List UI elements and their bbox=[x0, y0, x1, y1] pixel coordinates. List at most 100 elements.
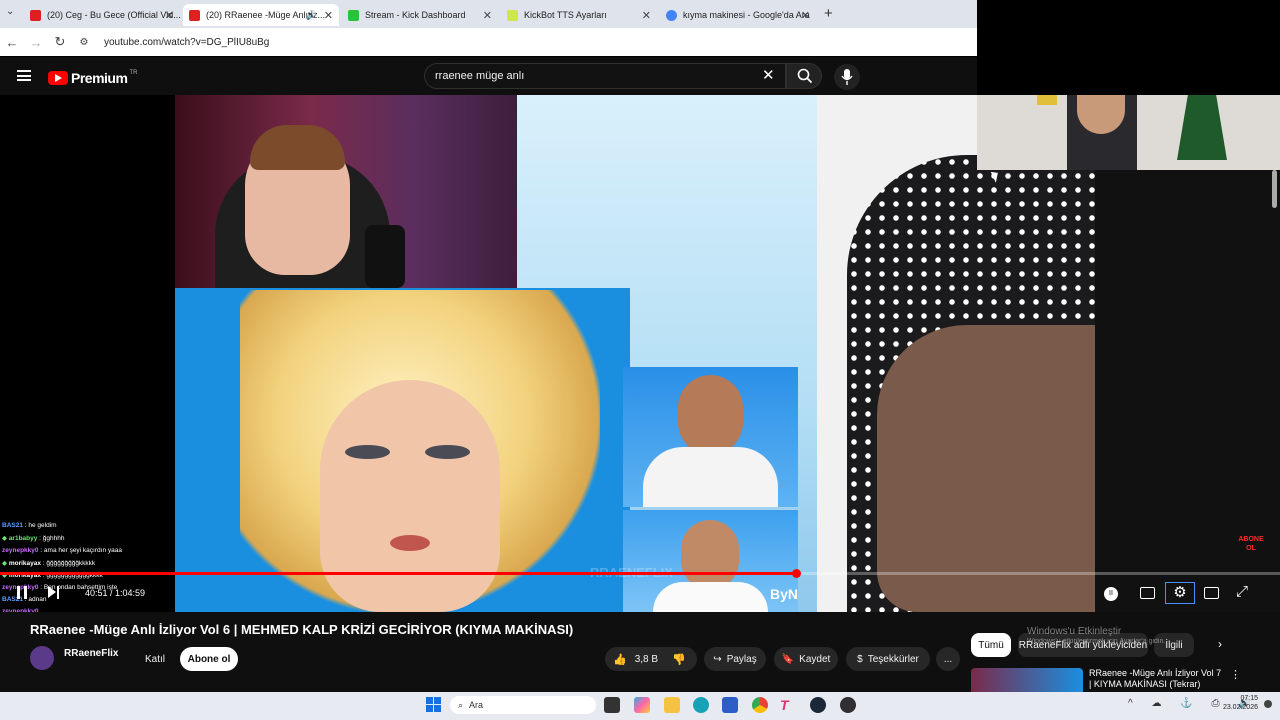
taskbar-search[interactable]: ⌕ Ara bbox=[450, 696, 596, 714]
task-view-icon[interactable] bbox=[604, 697, 620, 713]
dislike-icon[interactable]: 👎 bbox=[672, 653, 686, 666]
progress-fill bbox=[0, 572, 797, 575]
clock-time: 07:15 bbox=[1240, 695, 1258, 702]
tab-label: Stream - Kick Dashboard bbox=[365, 10, 466, 20]
scrollbar-thumb[interactable] bbox=[1272, 170, 1277, 208]
tab-3[interactable]: Stream - Kick Dashboard ✕ bbox=[342, 4, 498, 26]
recommended-menu-icon[interactable]: ⋮ bbox=[1230, 668, 1241, 681]
steam-icon[interactable] bbox=[810, 697, 826, 713]
time-display: 40:51 / 1:04:59 bbox=[85, 588, 146, 598]
guest-inset-top bbox=[623, 367, 798, 507]
file-explorer-icon[interactable] bbox=[664, 697, 680, 713]
new-tab-button[interactable]: + bbox=[824, 5, 833, 22]
thanks-label: Teşekkürler bbox=[867, 653, 919, 665]
notification-icon[interactable] bbox=[1264, 700, 1272, 708]
channel-avatar[interactable] bbox=[30, 646, 54, 670]
chat-overlay: BAS21 : he geldim ◆ ar1babyy : ğghhhh zeyn… bbox=[0, 522, 180, 612]
voice-search-button[interactable] bbox=[834, 64, 860, 90]
copilot-icon[interactable] bbox=[634, 697, 650, 713]
tab-5[interactable]: kıyma makinesi - Google'da Ara ✕ bbox=[660, 4, 816, 26]
join-button[interactable]: Katıl bbox=[138, 647, 172, 671]
host-figure bbox=[240, 290, 600, 612]
google-icon bbox=[666, 9, 677, 21]
bynet-logo: ByN bbox=[770, 586, 799, 602]
video-player[interactable]: RRAENEFLIX ByN ABONE OL BAS21 : he geldi… bbox=[0, 95, 1280, 612]
tab-4[interactable]: KickBot TTS Ayarları ✕ bbox=[501, 4, 657, 26]
tab-label: kıyma makinesi - Google'da Ara bbox=[683, 10, 810, 20]
chat-username: BAS21 bbox=[2, 522, 23, 529]
pause-icon[interactable] bbox=[17, 586, 27, 599]
close-icon[interactable]: ✕ bbox=[165, 9, 174, 22]
chat-message: ◆ morikayax : ğğğğğğğğğkkkkk bbox=[2, 559, 95, 567]
site-info-icon[interactable]: ⚙ bbox=[72, 37, 96, 48]
save-button[interactable]: 🔖 Kaydet bbox=[774, 647, 838, 671]
back-icon[interactable]: ← bbox=[0, 35, 24, 50]
subscribe-overlay: ABONE OL bbox=[1238, 536, 1264, 552]
search-input[interactable]: rraenee müge anlı bbox=[424, 63, 786, 89]
autoplay-toggle-icon[interactable]: II bbox=[1104, 587, 1118, 601]
fullscreen-icon[interactable]: ⤢ bbox=[1236, 583, 1248, 600]
menu-icon[interactable] bbox=[17, 70, 31, 81]
subscribe-button[interactable]: Abone ol bbox=[180, 647, 238, 671]
badge-icon: ◆ bbox=[2, 559, 9, 567]
recommended-thumbnail[interactable] bbox=[971, 668, 1083, 692]
address-bar: ← → ↻ ⚙ youtube.com/watch?v=DG_PlIU8uBg bbox=[0, 28, 977, 56]
windows-activation: Windows'u Etkinleştir Windows'u etkinleş… bbox=[1027, 626, 1187, 645]
audio-icon[interactable]: 🔊 bbox=[306, 10, 317, 21]
chat-message: zeynepkky0 : ama her şeyi kaçırdın yaaa bbox=[2, 547, 122, 554]
url-text[interactable]: youtube.com/watch?v=DG_PlIU8uBg bbox=[104, 37, 269, 48]
close-icon[interactable]: ✕ bbox=[642, 9, 651, 22]
like-icon[interactable]: 👍 bbox=[613, 653, 627, 666]
text-app-icon[interactable]: T bbox=[780, 697, 796, 713]
obs-icon[interactable] bbox=[840, 697, 856, 713]
facecam-scene bbox=[175, 95, 517, 288]
chat-text: : ama her şeyi kaçırdın yaaa bbox=[38, 546, 122, 554]
recommended-title[interactable]: RRaenee -Müge Anlı İzliyor Vol 7 | KIYMA… bbox=[1089, 668, 1224, 692]
settings-icon[interactable]: ⚙ bbox=[1165, 582, 1195, 604]
search-icon: ⌕ bbox=[458, 699, 464, 710]
channel-name[interactable]: RRaeneFlix bbox=[64, 648, 118, 659]
close-icon[interactable]: ✕ bbox=[801, 9, 810, 22]
youtube-icon bbox=[189, 9, 200, 21]
like-dislike-group: 👍 3,8 B 👎 bbox=[605, 647, 697, 671]
chat-text: : ğğğğğğğğğkkkkk bbox=[40, 559, 96, 567]
like-count[interactable]: 3,8 B bbox=[635, 654, 658, 665]
chat-text: : ğghhhh bbox=[37, 535, 65, 543]
share-label: Paylaş bbox=[726, 653, 757, 665]
chat-username: morikayax bbox=[8, 559, 41, 567]
clock[interactable]: 07:15 23.02.2026 bbox=[1218, 694, 1258, 712]
tab-1[interactable]: (20) Ceg - Bu Gece (Official Vid... ✕ bbox=[24, 4, 180, 26]
edge-icon[interactable] bbox=[693, 697, 709, 713]
kickbot-icon bbox=[507, 9, 518, 21]
search-icon bbox=[797, 68, 813, 84]
next-icon[interactable] bbox=[48, 586, 60, 599]
youtube-play-icon bbox=[48, 71, 68, 85]
chips-next-icon[interactable]: › bbox=[1218, 637, 1222, 651]
tab-2[interactable]: (20) RRaenee -Müge Anlı İz... 🔊 ✕ bbox=[183, 4, 339, 26]
youtube-logo[interactable]: Premium TR bbox=[48, 70, 137, 86]
taskbar-search-label: Ara bbox=[469, 700, 484, 710]
save-label: Kaydet bbox=[799, 653, 831, 665]
subtitles-icon[interactable] bbox=[1140, 587, 1155, 599]
thanks-icon: $ bbox=[857, 653, 863, 665]
chrome-icon[interactable] bbox=[752, 697, 768, 713]
thanks-button[interactable]: $ Teşekkürler bbox=[846, 647, 930, 671]
start-icon[interactable] bbox=[426, 697, 441, 712]
store-icon[interactable] bbox=[722, 697, 738, 713]
search-button[interactable] bbox=[786, 63, 822, 89]
miniplayer-icon[interactable] bbox=[1204, 587, 1219, 599]
more-actions-button[interactable]: ... bbox=[936, 647, 960, 671]
share-button[interactable]: ↪ Paylaş bbox=[704, 647, 766, 671]
activation-title: Windows'u Etkinleştir bbox=[1027, 626, 1122, 637]
chip-all[interactable]: Tümü bbox=[971, 633, 1011, 657]
close-icon[interactable]: ✕ bbox=[324, 9, 333, 22]
chat-username: zeynepkky0 bbox=[2, 546, 39, 554]
video-title: RRaenee -Müge Anlı İzliyor Vol 6 | MEHME… bbox=[30, 622, 574, 637]
clear-search-icon[interactable]: ✕ bbox=[762, 66, 775, 84]
kick-icon bbox=[348, 9, 359, 21]
close-icon[interactable]: ✕ bbox=[483, 9, 492, 22]
reload-icon[interactable]: ↻ bbox=[48, 34, 72, 50]
forward-icon[interactable]: → bbox=[24, 35, 48, 50]
tab-list-chevron-icon[interactable]: ⌄ bbox=[6, 6, 14, 17]
clock-date: 23.02.2026 bbox=[1222, 704, 1258, 711]
